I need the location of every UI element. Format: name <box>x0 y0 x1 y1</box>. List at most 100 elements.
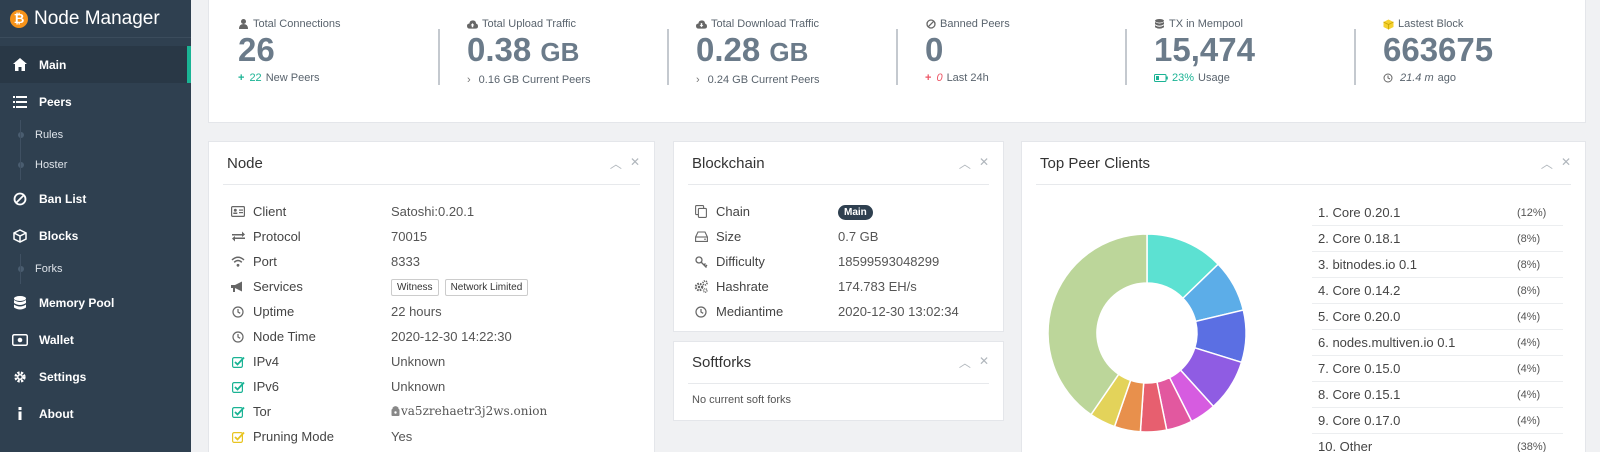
cogs-icon <box>694 280 708 294</box>
id-card-icon <box>231 205 245 219</box>
sidebar-subitem-rules[interactable]: Rules <box>0 120 191 150</box>
close-icon[interactable]: ✕ <box>1561 155 1571 172</box>
sidebar-item-blocks[interactable]: Blocks <box>0 217 191 254</box>
row-value: 0.7 GB <box>838 229 879 244</box>
row-key: IPv4 <box>253 354 280 369</box>
sidebar-item-peers[interactable]: Peers <box>0 83 191 120</box>
stat-total-connections: Total Connections 26 +22 New Peers <box>209 18 438 122</box>
row-value: 8333 <box>391 254 420 269</box>
plus-icon: + <box>238 72 245 84</box>
key-icon <box>694 255 708 269</box>
database-icon <box>12 295 28 311</box>
node-row-ipv4: IPv4 Unknown <box>231 349 636 374</box>
copy-icon <box>694 205 708 219</box>
blockchain-row-hashrate: Hashrate 174.783 EH/s <box>694 274 985 299</box>
row-key: Mediantime <box>716 304 784 319</box>
brand[interactable]: ₿ Node Manager <box>0 0 191 38</box>
client-percent: (12%) <box>1517 206 1547 219</box>
sidebar-subitem-label: Forks <box>35 263 63 275</box>
peer-clients-legend: 1. Core 0.20.1 (12%) 2. Core 0.18.1 (8%) 3. … <box>1312 200 1563 452</box>
collapse-icon[interactable]: ︿ <box>959 155 971 172</box>
client-percent: (4%) <box>1517 362 1541 375</box>
row-value: Satoshi:0.20.1 <box>391 204 475 219</box>
node-row-uptime: Uptime 22 hours <box>231 299 636 324</box>
client-legend-item: 4. Core 0.14.2 (8%) <box>1312 278 1563 304</box>
onion-icon <box>391 405 400 419</box>
bullhorn-icon <box>231 280 245 294</box>
stat-latest-block: Lastest Block 663675 21.4 m ago <box>1354 18 1583 122</box>
bullet-icon <box>18 266 24 272</box>
hdd-icon <box>694 230 708 244</box>
client-legend-item: 5. Core 0.20.0 (4%) <box>1312 304 1563 330</box>
stat-label: Total Download Traffic <box>711 18 820 30</box>
sidebar-item-settings[interactable]: Settings <box>0 358 191 395</box>
client-percent: (4%) <box>1517 414 1541 427</box>
sidebar-subitem-hoster[interactable]: Hoster <box>0 150 191 180</box>
check-icon <box>231 380 245 394</box>
row-value: Unknown <box>391 354 446 369</box>
sidebar-item-label: Wallet <box>39 332 74 347</box>
bullet-icon <box>18 162 24 168</box>
app-title: Node Manager <box>34 7 160 29</box>
node-row-services: Services Witness Network Limited <box>231 274 636 299</box>
home-icon <box>12 57 28 73</box>
row-value: 18599593048299 <box>838 254 940 269</box>
stat-value: 0 <box>925 31 944 68</box>
sidebar-item-main[interactable]: Main <box>0 46 191 83</box>
stat-sub-text: 0.24 GB Current Peers <box>707 74 820 86</box>
collapse-icon[interactable]: ︿ <box>1541 155 1553 172</box>
sidebar-item-memory-pool[interactable]: Memory Pool <box>0 284 191 321</box>
stat-sub-text: ago <box>1437 72 1456 84</box>
row-value: 174.783 EH/s <box>838 279 917 294</box>
close-icon[interactable]: ✕ <box>630 155 640 172</box>
stat-sub-text: 0.16 GB Current Peers <box>478 74 591 86</box>
check-icon <box>231 355 245 369</box>
close-icon[interactable]: ✕ <box>979 155 989 172</box>
client-percent: (4%) <box>1517 336 1541 349</box>
client-legend-item: 10. Other (38%) <box>1312 434 1563 452</box>
info-icon <box>12 406 28 422</box>
client-name: 7. Core 0.15.0 <box>1318 361 1401 376</box>
chevron-right-icon: › <box>696 74 700 86</box>
client-name: 10. Other <box>1318 439 1373 452</box>
sidebar-item-wallet[interactable]: Wallet <box>0 321 191 358</box>
cube-icon <box>1383 19 1394 30</box>
panel-title: Top Peer Clients <box>1040 154 1151 172</box>
collapse-icon[interactable]: ︿ <box>610 155 622 172</box>
row-value: Unknown <box>391 379 446 394</box>
node-info-list: Client Satoshi:0.20.1 Protocol 70015 Por… <box>209 185 654 449</box>
service-tag: Network Limited <box>444 278 529 296</box>
list-icon <box>12 94 28 110</box>
service-tag: Witness <box>391 278 439 296</box>
collapse-icon[interactable]: ︿ <box>959 354 971 371</box>
close-icon[interactable]: ✕ <box>979 354 989 371</box>
node-row-port: Port 8333 <box>231 249 636 274</box>
client-legend-item: 2. Core 0.18.1 (8%) <box>1312 226 1563 252</box>
row-key: Difficulty <box>716 254 765 269</box>
row-key: IPv6 <box>253 379 280 394</box>
node-row-pruning-mode: Pruning Mode Yes <box>231 424 636 449</box>
sidebar-item-label: Settings <box>39 369 87 384</box>
panel-title: Softforks <box>692 354 752 371</box>
row-key: Services <box>253 279 303 294</box>
stat-sub-number: 22 <box>249 72 262 84</box>
client-legend-item: 6. nodes.multiven.io 0.1 (4%) <box>1312 330 1563 356</box>
stat-label: Banned Peers <box>940 18 1010 30</box>
gear-icon <box>12 369 28 385</box>
sidebar-item-about[interactable]: About <box>0 395 191 432</box>
sidebar-subitem-forks[interactable]: Forks <box>0 254 191 284</box>
row-key: Node Time <box>253 329 316 344</box>
panel-title: Node <box>227 154 263 172</box>
sidebar-subitem-label: Hoster <box>35 159 68 171</box>
stat-value: 0.38 GB <box>467 31 580 68</box>
client-name: 9. Core 0.17.0 <box>1318 413 1401 428</box>
client-name: 8. Core 0.15.1 <box>1318 387 1401 402</box>
sidebar-item-ban-list[interactable]: Ban List <box>0 180 191 217</box>
database-icon <box>1154 19 1165 30</box>
stat-sub-number: 21.4 m <box>1400 72 1434 84</box>
stat-total-upload-traffic: Total Upload Traffic 0.38 GB › 0.16 GB Cu… <box>438 18 667 122</box>
softforks-message: No current soft forks <box>692 394 792 406</box>
stat-label: TX in Mempool <box>1169 18 1243 30</box>
blockchain-info-list: Chain Main Size 0.7 GB Difficulty 185995… <box>674 185 1003 324</box>
node-row-node-time: Node Time 2020-12-30 14:22:30 <box>231 324 636 349</box>
